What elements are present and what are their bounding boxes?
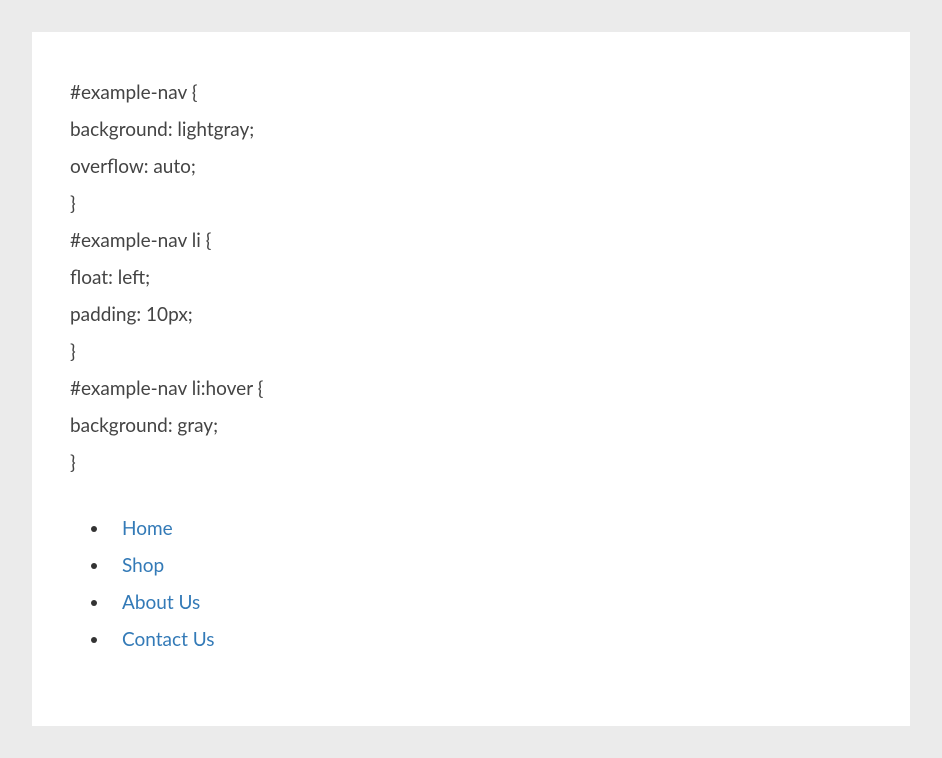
list-item: Contact Us bbox=[110, 621, 872, 658]
code-line: background: lightgray; bbox=[70, 111, 872, 148]
css-code-block: #example-nav { background: lightgray; ov… bbox=[70, 74, 872, 482]
code-line: overflow: auto; bbox=[70, 148, 872, 185]
list-item: Shop bbox=[110, 547, 872, 584]
code-line: #example-nav li:hover { bbox=[70, 370, 872, 407]
code-line: float: left; bbox=[70, 259, 872, 296]
nav-link-home[interactable]: Home bbox=[122, 517, 173, 540]
content-card: #example-nav { background: lightgray; ov… bbox=[32, 32, 910, 726]
list-item: About Us bbox=[110, 584, 872, 621]
nav-link-about[interactable]: About Us bbox=[122, 591, 200, 614]
nav-list: Home Shop About Us Contact Us bbox=[70, 510, 872, 658]
code-line: } bbox=[70, 333, 872, 370]
code-line: background: gray; bbox=[70, 407, 872, 444]
code-line: #example-nav { bbox=[70, 74, 872, 111]
code-line: } bbox=[70, 185, 872, 222]
code-line: } bbox=[70, 444, 872, 481]
list-item: Home bbox=[110, 510, 872, 547]
code-line: padding: 10px; bbox=[70, 296, 872, 333]
code-line: #example-nav li { bbox=[70, 222, 872, 259]
nav-link-contact[interactable]: Contact Us bbox=[122, 628, 215, 651]
nav-link-shop[interactable]: Shop bbox=[122, 554, 164, 577]
